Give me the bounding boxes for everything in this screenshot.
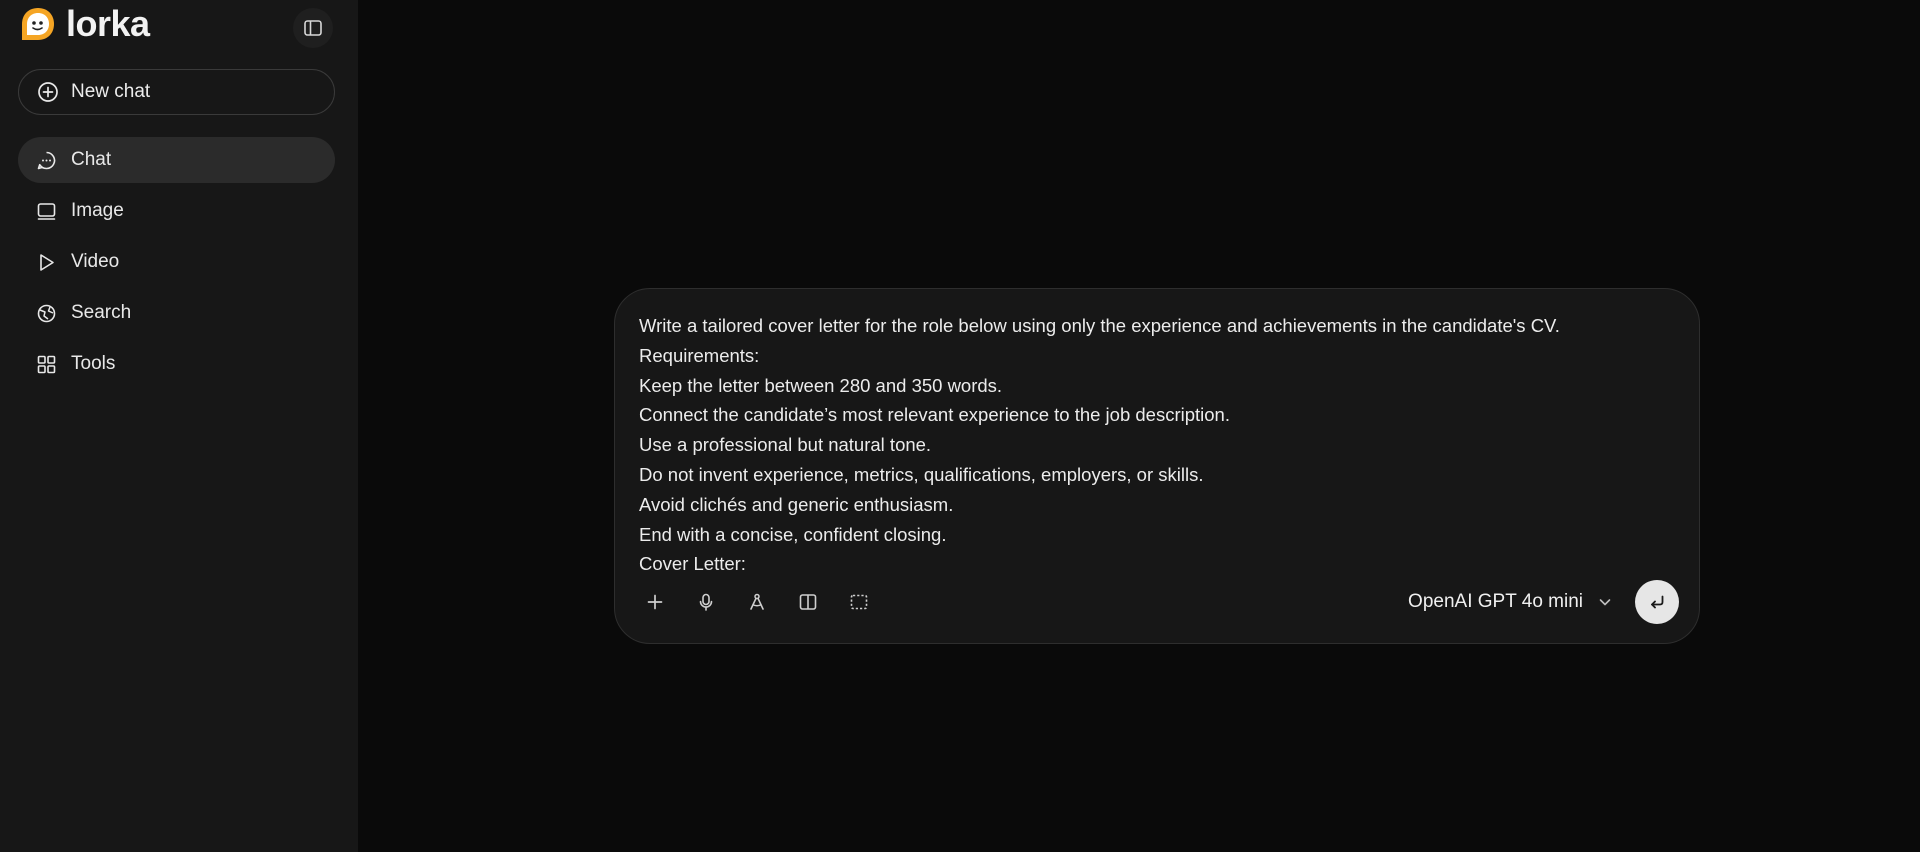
send-button[interactable] bbox=[1635, 580, 1679, 624]
prompt-line: Do not invent experience, metrics, quali… bbox=[639, 463, 1204, 485]
sidebar-item-label: Tools bbox=[71, 353, 116, 374]
sidebar-item-chat[interactable]: Chat bbox=[18, 137, 335, 183]
prompt-line: Write a tailored cover letter for the ro… bbox=[639, 315, 1560, 336]
lorka-logo-icon bbox=[22, 8, 54, 40]
composer-toolbar: OpenAI GPT 4o mini bbox=[635, 579, 1679, 625]
sidebar-item-label: Video bbox=[71, 251, 120, 272]
image-frame-icon bbox=[35, 200, 57, 222]
sidebar: lorka New chat Chat Image Video Search T… bbox=[0, 0, 358, 852]
split-view-icon bbox=[799, 594, 817, 610]
prompt-line: Avoid clichés and generic enthusiasm. bbox=[639, 493, 954, 515]
grid-icon bbox=[35, 353, 57, 375]
attach-button[interactable] bbox=[635, 582, 675, 622]
compass-icon bbox=[750, 593, 764, 610]
split-view-button[interactable] bbox=[788, 582, 828, 622]
voice-input-button[interactable] bbox=[686, 582, 726, 622]
plus-icon bbox=[647, 594, 663, 610]
microphone-icon bbox=[699, 593, 713, 611]
sidebar-nav: Chat Image Video Search Tools bbox=[18, 137, 335, 392]
prompt-line: Cover Letter: bbox=[639, 553, 746, 575]
sidebar-item-label: Image bbox=[71, 200, 124, 221]
select-area-icon bbox=[850, 594, 868, 610]
app: lorka New chat Chat Image Video Search T… bbox=[0, 0, 1920, 852]
prompt-line: Use a professional but natural tone. bbox=[639, 434, 932, 456]
model-selector[interactable]: OpenAI GPT 4o mini bbox=[1408, 591, 1613, 613]
sidebar-item-label: Search bbox=[71, 302, 132, 323]
collapse-sidebar-button[interactable] bbox=[293, 8, 333, 48]
chevron-down-icon bbox=[1599, 599, 1611, 606]
enter-arrow-icon bbox=[1651, 595, 1664, 609]
sidebar-item-label: Chat bbox=[71, 149, 112, 170]
sidebar-toggle-icon bbox=[304, 20, 322, 36]
select-area-button[interactable] bbox=[839, 582, 879, 622]
chat-bubble-icon bbox=[35, 149, 57, 171]
prompt-line: Requirements: bbox=[639, 344, 760, 366]
prompt-line: Connect the candidate’s most relevant ex… bbox=[639, 404, 1230, 426]
main-area: Write a tailored cover letter for the ro… bbox=[358, 0, 1920, 852]
prompt-input[interactable]: Write a tailored cover letter for the ro… bbox=[639, 311, 1675, 579]
sidebar-item-video[interactable]: Video bbox=[18, 239, 335, 285]
sidebar-item-image[interactable]: Image bbox=[18, 188, 335, 234]
new-chat-label: New chat bbox=[71, 81, 151, 102]
model-label: OpenAI GPT 4o mini bbox=[1408, 591, 1583, 612]
plus-circle-icon bbox=[38, 82, 58, 102]
prompt-line: End with a concise, confident closing. bbox=[639, 523, 947, 545]
brand-name: lorka bbox=[66, 3, 150, 44]
new-chat-button[interactable]: New chat bbox=[18, 69, 335, 115]
play-icon bbox=[35, 251, 57, 273]
prompt-line: Keep the letter between 280 and 350 word… bbox=[639, 374, 1003, 396]
design-tool-button[interactable] bbox=[737, 582, 777, 622]
brand[interactable]: lorka bbox=[20, 6, 150, 42]
sidebar-item-tools[interactable]: Tools bbox=[18, 341, 335, 387]
globe-icon bbox=[35, 302, 57, 324]
sidebar-item-search[interactable]: Search bbox=[18, 290, 335, 336]
prompt-composer: Write a tailored cover letter for the ro… bbox=[614, 288, 1700, 644]
